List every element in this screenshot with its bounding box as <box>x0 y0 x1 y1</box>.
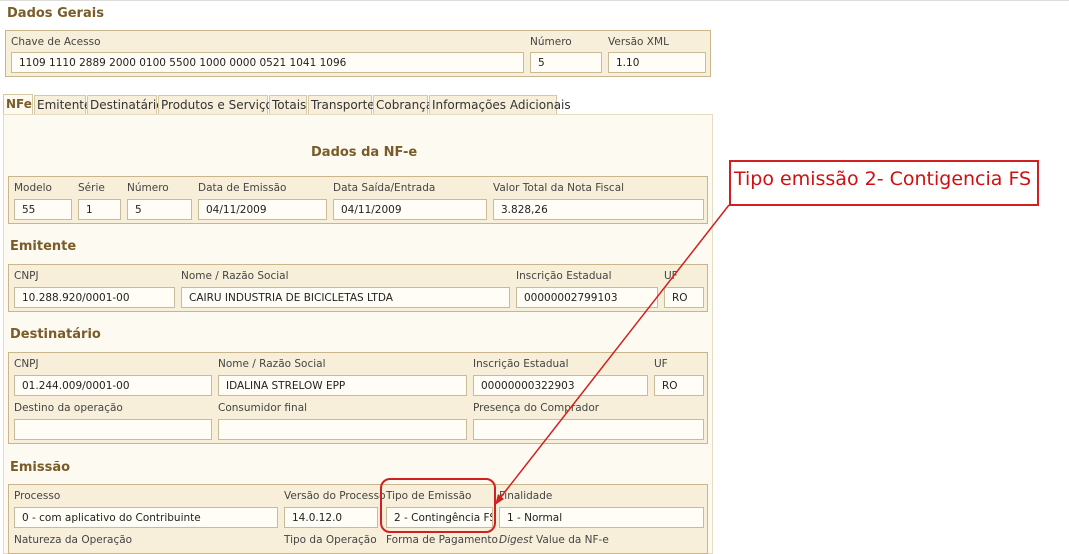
annotation-callout: Tipo emissão 2- Contigencia FS <box>729 160 1039 206</box>
annotation-arrow-line <box>496 204 730 503</box>
annotation-arrow <box>495 204 730 505</box>
